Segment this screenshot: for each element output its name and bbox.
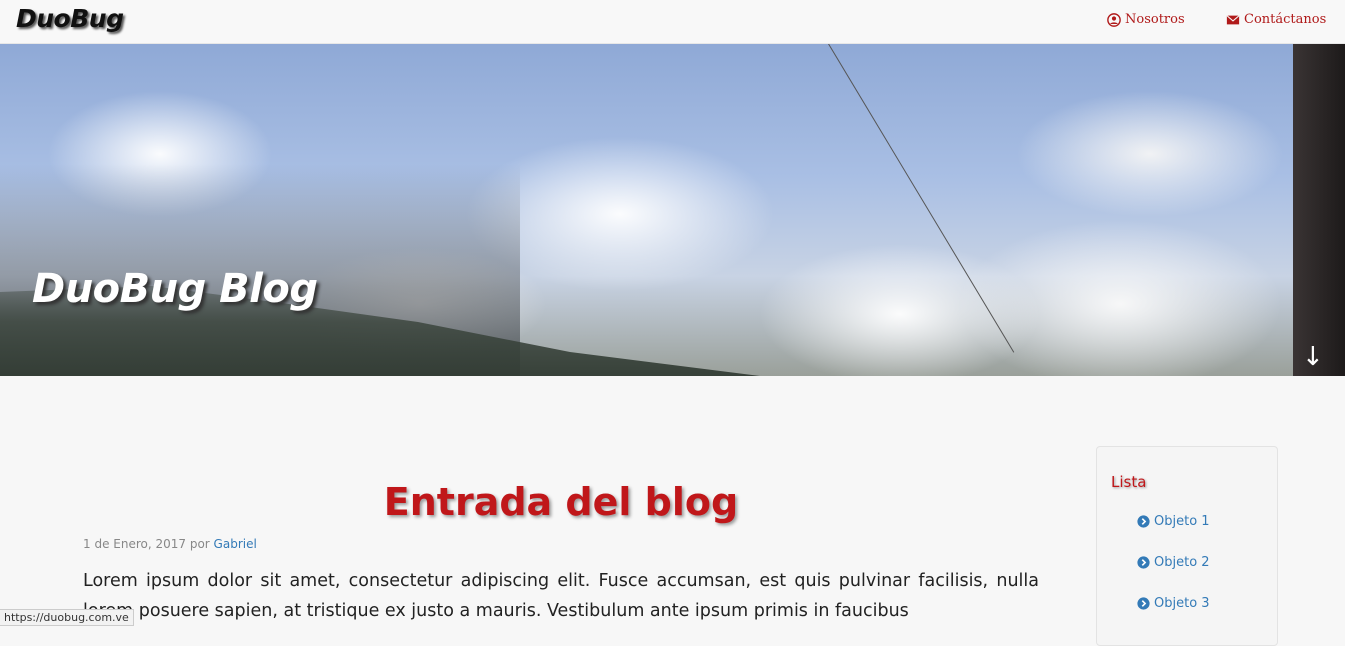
nav-link-label: Nosotros (1125, 12, 1185, 27)
sidebar-item-label: Objeto 1 (1154, 514, 1210, 529)
sidebar-item-objeto-3[interactable]: Objeto 3 (1137, 596, 1210, 611)
sidebar-title: Lista (1111, 473, 1147, 491)
status-bar-url: https://duobug.com.ve (0, 609, 134, 626)
sidebar-item-objeto-2[interactable]: Objeto 2 (1137, 555, 1210, 570)
brand-logo[interactable]: DuoBug (16, 4, 124, 33)
nav-link-contactanos[interactable]: Contáctanos (1226, 12, 1326, 27)
post-body: Lorem ipsum dolor sit amet, consectetur … (83, 571, 1039, 621)
hero-banner: DuoBug Blog ↓ (0, 44, 1345, 376)
post-title: Entrada del blog (383, 480, 739, 524)
envelope-icon (1226, 14, 1240, 24)
post-meta: 1 de Enero, 2017 por Gabriel (83, 537, 257, 551)
sidebar-list: Lista Objeto 1 Objeto 2 Objeto 3 (1096, 446, 1278, 646)
sidebar-item-label: Objeto 2 (1154, 555, 1210, 570)
hero-wire (828, 44, 1015, 353)
scroll-down-arrow-icon[interactable]: ↓ (1302, 342, 1324, 372)
nav-link-label: Contáctanos (1244, 12, 1327, 27)
hero-title: DuoBug Blog (32, 266, 318, 312)
chevron-circle-right-icon (1137, 556, 1150, 569)
post-date: 1 de Enero, 2017 por (83, 537, 214, 551)
nav-link-nosotros[interactable]: Nosotros (1107, 12, 1185, 27)
chevron-circle-right-icon (1137, 597, 1150, 610)
chevron-circle-right-icon (1137, 515, 1150, 528)
post-author-link[interactable]: Gabriel (214, 537, 257, 551)
navbar: DuoBug Nosotros Contáctanos (0, 0, 1345, 44)
sidebar-item-objeto-1[interactable]: Objeto 1 (1137, 514, 1210, 529)
hero-pole (1293, 44, 1345, 376)
sidebar-item-label: Objeto 3 (1154, 596, 1210, 611)
user-circle-icon (1107, 12, 1121, 27)
